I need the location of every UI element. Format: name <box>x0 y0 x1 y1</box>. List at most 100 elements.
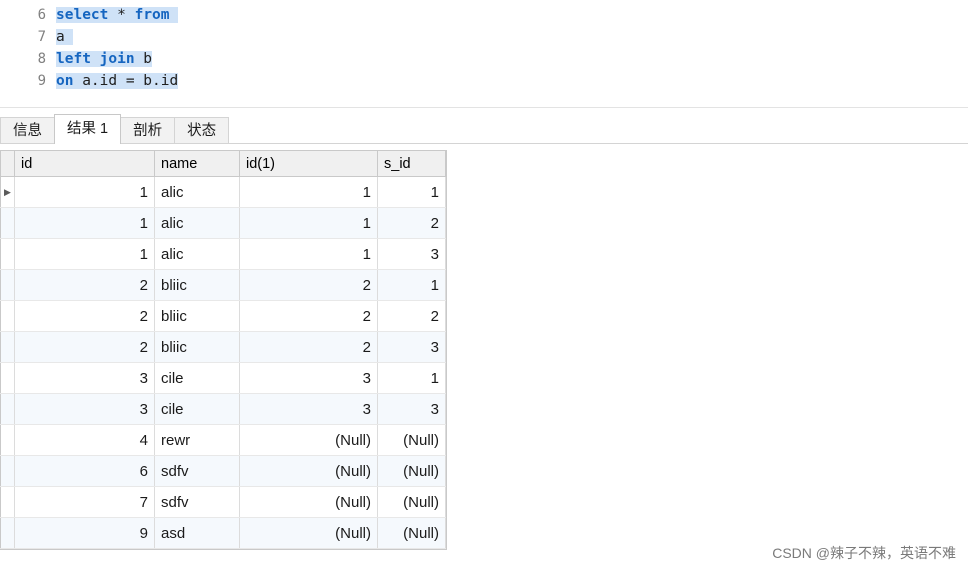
cell-id1[interactable]: 1 <box>239 238 378 270</box>
cell-id[interactable]: 2 <box>14 269 155 301</box>
row-marker <box>0 300 15 332</box>
cell-id[interactable]: 3 <box>14 362 155 394</box>
cell-s-id[interactable]: 1 <box>377 362 446 394</box>
table-row[interactable]: 3 cile 3 3 <box>0 393 446 425</box>
column-header-id[interactable]: id <box>14 150 155 177</box>
code-line[interactable]: 6 select * from <box>0 4 968 26</box>
row-marker <box>0 455 15 487</box>
cell-name[interactable]: rewr <box>154 424 240 456</box>
cell-id[interactable]: 6 <box>14 455 155 487</box>
table-row[interactable]: 3 cile 3 1 <box>0 362 446 394</box>
cell-id[interactable]: 3 <box>14 393 155 425</box>
cell-s-id[interactable]: 3 <box>377 393 446 425</box>
tab-profile[interactable]: 剖析 <box>120 117 176 144</box>
cell-id1-null[interactable]: (Null) <box>239 424 378 456</box>
cell-s-id-null[interactable]: (Null) <box>377 517 446 549</box>
row-marker <box>0 269 15 301</box>
line-number: 6 <box>37 7 46 23</box>
row-marker <box>0 393 15 425</box>
code-line-text: select * from <box>56 4 179 26</box>
cell-s-id[interactable]: 2 <box>377 300 446 332</box>
table-row[interactable]: 2 bliic 2 1 <box>0 269 446 301</box>
code-line-text: on a.id = b.id <box>56 73 179 89</box>
cell-id1[interactable]: 3 <box>239 393 378 425</box>
cell-s-id-null[interactable]: (Null) <box>377 486 446 518</box>
cell-name[interactable]: alic <box>154 207 240 239</box>
editor-divider <box>0 107 968 108</box>
cell-s-id[interactable]: 3 <box>377 238 446 270</box>
sql-editor[interactable]: 6 select * from 7 a 8 left join b 9 on a… <box>0 0 968 108</box>
cell-id[interactable]: 1 <box>14 238 155 270</box>
code-line[interactable]: 7 a <box>0 26 968 48</box>
table-header-row: id name id(1) s_id <box>0 150 446 177</box>
cell-name[interactable]: cile <box>154 393 240 425</box>
table-row[interactable]: ▶ 1 alic 1 1 <box>0 176 446 208</box>
code-line[interactable]: 8 left join b <box>0 48 968 70</box>
table-body: ▶ 1 alic 1 1 1 alic 1 2 1 alic 1 3 2 bli… <box>0 176 446 549</box>
cell-id1[interactable]: 1 <box>239 207 378 239</box>
cell-s-id-null[interactable]: (Null) <box>377 424 446 456</box>
table-row[interactable]: 6 sdfv (Null) (Null) <box>0 455 446 487</box>
cell-name[interactable]: sdfv <box>154 486 240 518</box>
cell-id[interactable]: 2 <box>14 300 155 332</box>
row-marker <box>0 331 15 363</box>
cell-name[interactable]: alic <box>154 176 240 208</box>
cell-name[interactable]: alic <box>154 238 240 270</box>
result-table[interactable]: id name id(1) s_id ▶ 1 alic 1 1 1 alic 1… <box>0 150 446 549</box>
cell-name[interactable]: cile <box>154 362 240 394</box>
cell-id[interactable]: 7 <box>14 486 155 518</box>
column-header-id1[interactable]: id(1) <box>239 150 378 177</box>
tab-info[interactable]: 信息 <box>0 117 55 144</box>
cell-id[interactable]: 2 <box>14 331 155 363</box>
column-header-name[interactable]: name <box>154 150 240 177</box>
row-marker-current: ▶ <box>0 176 15 208</box>
row-marker <box>0 424 15 456</box>
cell-id[interactable]: 1 <box>14 176 155 208</box>
cell-s-id-null[interactable]: (Null) <box>377 455 446 487</box>
cell-s-id[interactable]: 2 <box>377 207 446 239</box>
cell-name[interactable]: bliic <box>154 269 240 301</box>
cell-id1-null[interactable]: (Null) <box>239 486 378 518</box>
tabbar-underline <box>0 143 968 144</box>
row-marker <box>0 486 15 518</box>
cell-id1-null[interactable]: (Null) <box>239 455 378 487</box>
cell-id1[interactable]: 1 <box>239 176 378 208</box>
row-marker-header <box>0 150 15 177</box>
code-line-text: a <box>56 29 74 45</box>
table-row[interactable]: 2 bliic 2 3 <box>0 331 446 363</box>
code-line[interactable]: 9 on a.id = b.id <box>0 70 968 92</box>
table-row[interactable]: 7 sdfv (Null) (Null) <box>0 486 446 518</box>
row-marker <box>0 362 15 394</box>
tab-status[interactable]: 状态 <box>174 117 230 144</box>
watermark-text: CSDN @辣子不辣，英语不难 <box>772 545 956 561</box>
table-row[interactable]: 9 asd (Null) (Null) <box>0 517 446 549</box>
code-line-text: left join b <box>56 51 153 67</box>
cell-s-id[interactable]: 1 <box>377 269 446 301</box>
cell-id1[interactable]: 3 <box>239 362 378 394</box>
cell-id1[interactable]: 2 <box>239 269 378 301</box>
tab-result-1[interactable]: 结果 1 <box>54 114 122 144</box>
column-header-s-id[interactable]: s_id <box>377 150 446 177</box>
row-marker <box>0 517 15 549</box>
cell-name[interactable]: bliic <box>154 300 240 332</box>
cell-id1[interactable]: 2 <box>239 300 378 332</box>
row-marker <box>0 207 15 239</box>
cell-id[interactable]: 1 <box>14 207 155 239</box>
table-row[interactable]: 4 rewr (Null) (Null) <box>0 424 446 456</box>
cell-s-id[interactable]: 3 <box>377 331 446 363</box>
table-row[interactable]: 1 alic 1 2 <box>0 207 446 239</box>
cell-id1-null[interactable]: (Null) <box>239 517 378 549</box>
cell-id1[interactable]: 2 <box>239 331 378 363</box>
result-grid[interactable]: id name id(1) s_id ▶ 1 alic 1 1 1 alic 1… <box>0 150 447 550</box>
line-number: 8 <box>37 51 46 67</box>
table-row[interactable]: 1 alic 1 3 <box>0 238 446 270</box>
row-marker <box>0 238 15 270</box>
cell-name[interactable]: sdfv <box>154 455 240 487</box>
result-tabbar[interactable]: 信息 结果 1 剖析 状态 <box>0 112 968 144</box>
cell-s-id[interactable]: 1 <box>377 176 446 208</box>
cell-name[interactable]: asd <box>154 517 240 549</box>
cell-id[interactable]: 9 <box>14 517 155 549</box>
cell-id[interactable]: 4 <box>14 424 155 456</box>
cell-name[interactable]: bliic <box>154 331 240 363</box>
table-row[interactable]: 2 bliic 2 2 <box>0 300 446 332</box>
